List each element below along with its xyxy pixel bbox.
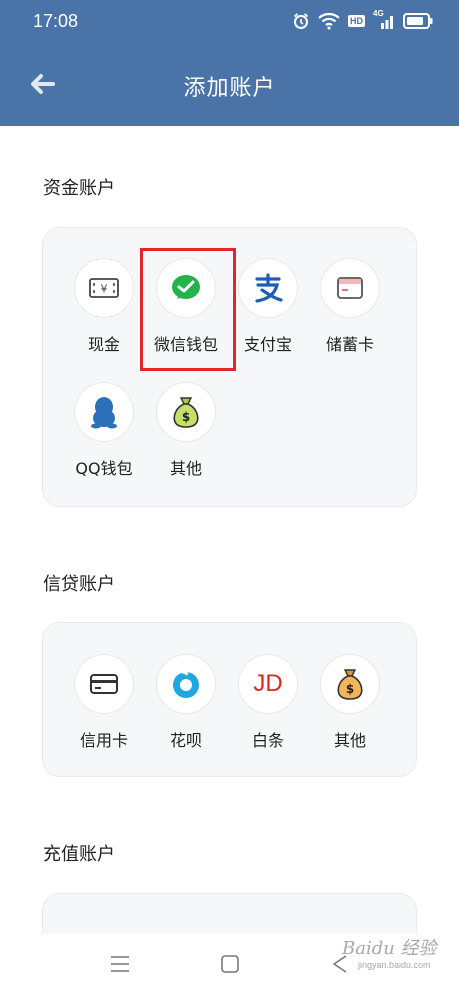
status-bar: 17:08 HD 4G bbox=[0, 0, 459, 44]
jd-icon-text: JD bbox=[253, 670, 283, 697]
account-item-alipay[interactable]: 支付宝 bbox=[225, 258, 311, 355]
account-item-huabei[interactable]: 花呗 bbox=[143, 654, 229, 751]
account-item-label: 花呗 bbox=[169, 731, 202, 750]
app-header: 17:08 HD 4G 添加账户 bbox=[0, 0, 459, 126]
watermark-url: jingyan.baidu.com bbox=[358, 960, 431, 970]
account-item-credit-card[interactable]: 信用卡 bbox=[61, 654, 147, 751]
account-item-label: 白条 bbox=[251, 731, 284, 750]
account-item-label: 其他 bbox=[169, 459, 202, 478]
qq-icon bbox=[74, 382, 134, 442]
wifi-icon bbox=[318, 12, 340, 30]
money-bag-icon: $ bbox=[156, 382, 216, 442]
watermark-text: Baidu 经验 bbox=[342, 938, 437, 959]
huabei-icon bbox=[156, 654, 216, 714]
alarm-icon bbox=[292, 12, 310, 30]
account-item-label: 信用卡 bbox=[79, 731, 128, 750]
section-title-funds: 资金账户 bbox=[43, 178, 115, 199]
signal-icon: 4G bbox=[373, 9, 395, 30]
account-item-label: 储蓄卡 bbox=[325, 335, 374, 354]
baidu-jingyan-watermark: Baidu 经验 jingyan.baidu.com bbox=[334, 932, 446, 972]
account-item-label: QQ钱包 bbox=[75, 459, 133, 478]
svg-text:¥: ¥ bbox=[101, 283, 108, 296]
section-title-recharge: 充值账户 bbox=[43, 844, 115, 865]
home-nav-button[interactable] bbox=[220, 954, 240, 978]
status-time: 17:08 bbox=[33, 11, 79, 31]
debit-card-icon bbox=[320, 258, 380, 318]
highlight-box bbox=[140, 248, 236, 371]
cash-icon: ¥ bbox=[74, 258, 134, 318]
account-item-baitiao[interactable]: JD 白条 bbox=[225, 654, 311, 751]
account-item-other-funds[interactable]: $ 其他 bbox=[143, 382, 229, 479]
battery-icon bbox=[403, 13, 433, 29]
status-icons: HD 4G bbox=[292, 9, 433, 32]
section-title-credit: 信贷账户 bbox=[43, 574, 115, 595]
jd-icon: JD bbox=[238, 654, 298, 714]
account-item-label: 其他 bbox=[333, 731, 366, 750]
credit-card-icon bbox=[74, 654, 134, 714]
account-item-debit-card[interactable]: 储蓄卡 bbox=[307, 258, 393, 355]
account-item-cash[interactable]: ¥ 现金 bbox=[61, 258, 147, 355]
account-item-qq-wallet[interactable]: QQ钱包 bbox=[61, 382, 147, 479]
page-title: 添加账户 bbox=[183, 76, 276, 101]
money-bag-icon: $ bbox=[320, 654, 380, 714]
svg-text:$: $ bbox=[182, 410, 190, 424]
menu-nav-button[interactable] bbox=[110, 954, 130, 978]
alipay-icon bbox=[238, 258, 298, 318]
account-item-other-credit[interactable]: $ 其他 bbox=[307, 654, 393, 751]
account-item-label: 现金 bbox=[87, 335, 120, 354]
svg-text:$: $ bbox=[346, 682, 354, 696]
account-item-label: 支付宝 bbox=[243, 335, 292, 354]
hd-badge: HD bbox=[348, 15, 365, 27]
